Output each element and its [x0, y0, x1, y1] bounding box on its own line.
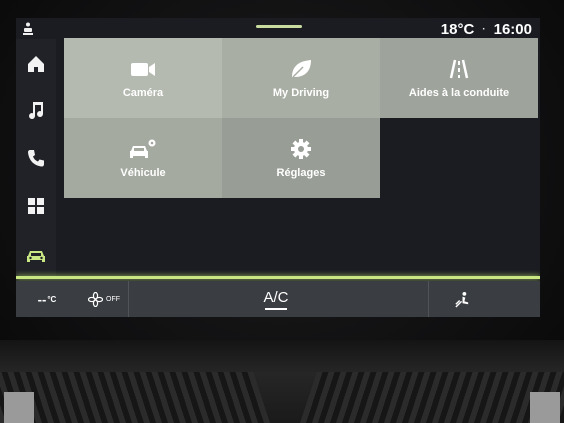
- climate-divider: [428, 281, 429, 317]
- ac-indicator: [265, 307, 287, 310]
- vehicle-menu-grid: Caméra My Driving Aides à la conduite Vé…: [64, 38, 538, 198]
- fan-control[interactable]: OFF: [74, 281, 134, 317]
- car-icon: [27, 251, 45, 262]
- fan-off-label: OFF: [106, 295, 120, 303]
- tile-label: Aides à la conduite: [408, 87, 510, 99]
- left-temperature-control[interactable]: -- °C: [22, 281, 72, 317]
- outside-temperature: 18°C: [440, 20, 475, 38]
- sidebar-item-phone[interactable]: [20, 143, 52, 173]
- home-icon: [28, 56, 44, 72]
- seat-icon[interactable]: [21, 22, 35, 36]
- tile-label: Véhicule: [120, 167, 166, 179]
- leaf-icon: [292, 60, 311, 78]
- gear-icon: [291, 139, 311, 159]
- tile-driving-aids[interactable]: Aides à la conduite: [380, 38, 538, 118]
- climate-divider: [128, 281, 129, 317]
- air-distribution-control[interactable]: [432, 281, 492, 317]
- climate-bar: -- °C OFF A/C: [16, 281, 540, 317]
- sidebar-item-music[interactable]: [20, 95, 52, 125]
- vent-chrome-right: [530, 392, 560, 423]
- ac-label: A/C: [263, 288, 289, 306]
- status-bar: 18°C · 16:00: [441, 20, 532, 38]
- infotainment-screen: 18°C · 16:00 Caméra My Driving Aides à l…: [16, 18, 540, 317]
- sidebar-item-home[interactable]: [20, 49, 52, 79]
- car-settings-icon: [130, 139, 156, 158]
- left-temperature-unit: °C: [47, 294, 57, 304]
- clock: 16:00: [493, 20, 532, 38]
- sidebar: [16, 39, 56, 279]
- tile-camera[interactable]: Caméra: [64, 38, 222, 118]
- status-separator: ·: [482, 23, 486, 35]
- accent-divider: [16, 276, 540, 279]
- music-note-icon: [29, 102, 44, 120]
- tile-label: Réglages: [276, 167, 326, 179]
- vent-chrome-left: [4, 392, 34, 423]
- left-temperature-value: --: [37, 291, 47, 307]
- lane-assist-icon: [449, 59, 469, 79]
- camera-icon: [131, 63, 155, 76]
- tile-label: Caméra: [122, 87, 164, 99]
- tile-settings[interactable]: Réglages: [222, 118, 380, 198]
- tile-label: My Driving: [272, 87, 330, 99]
- air-distribution-icon: [454, 291, 468, 308]
- notification-handle[interactable]: [256, 25, 302, 28]
- sidebar-item-apps[interactable]: [20, 191, 52, 221]
- fan-icon: [88, 291, 103, 307]
- phone-icon: [28, 150, 44, 167]
- air-vent-left: [0, 372, 270, 423]
- sidebar-item-vehicle[interactable]: [20, 241, 52, 271]
- ac-button[interactable]: A/C: [206, 281, 346, 317]
- air-vent-right: [300, 372, 564, 423]
- tile-vehicle[interactable]: Véhicule: [64, 118, 222, 198]
- apps-grid-icon: [28, 198, 44, 214]
- tile-my-driving[interactable]: My Driving: [222, 38, 380, 118]
